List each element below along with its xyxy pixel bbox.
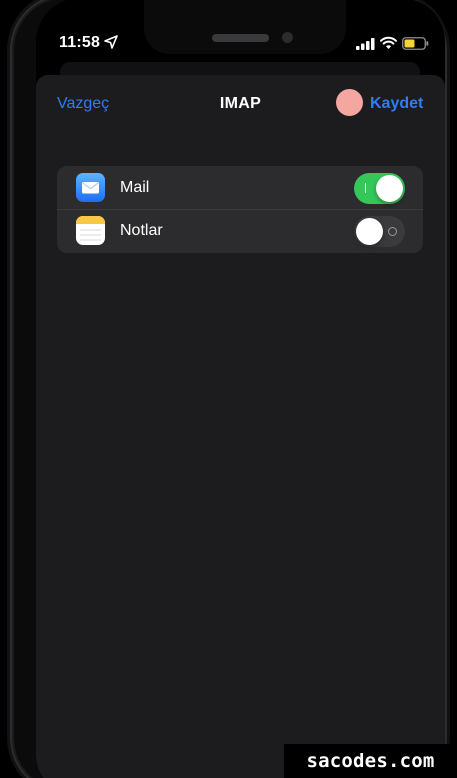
battery-low-icon — [402, 37, 429, 50]
notes-app-icon — [76, 216, 105, 245]
imap-settings-sheet: Vazgeç IMAP Kaydet Mail Notlar — [36, 75, 445, 778]
toggle-off-indicator — [388, 227, 397, 236]
watermark: sacodes.com — [284, 744, 457, 778]
phone-frame: 11:58 Vazgeç IMAP Kaydet Mail Notlar — [10, 0, 447, 778]
touch-indicator — [336, 89, 363, 116]
cellular-signal-icon — [356, 38, 375, 50]
front-camera — [282, 32, 293, 43]
list-item-notes: Notlar — [57, 209, 423, 252]
status-time: 11:58 — [59, 34, 101, 51]
toggle-on-indicator — [365, 183, 366, 193]
list-item-label: Notlar — [120, 222, 163, 239]
mail-toggle[interactable] — [354, 173, 405, 204]
row-divider — [57, 209, 423, 210]
list-item-label: Mail — [120, 179, 150, 196]
screenshot-stage: 11:58 Vazgeç IMAP Kaydet Mail Notlar sac… — [0, 0, 457, 778]
account-services-list: Mail Notlar — [57, 166, 423, 253]
notch — [144, 0, 346, 54]
toggle-knob — [376, 175, 403, 202]
speaker-grille — [212, 34, 269, 42]
wifi-icon — [380, 36, 397, 49]
list-item-mail: Mail — [57, 166, 423, 209]
phone-screen: 11:58 Vazgeç IMAP Kaydet Mail Notlar — [36, 0, 445, 778]
status-bar: 11:58 — [36, 0, 445, 58]
save-button[interactable]: Kaydet — [370, 95, 423, 113]
mail-app-icon — [76, 173, 105, 202]
toggle-knob — [356, 218, 383, 245]
location-arrow-icon — [104, 35, 118, 49]
notes-toggle[interactable] — [354, 216, 405, 247]
